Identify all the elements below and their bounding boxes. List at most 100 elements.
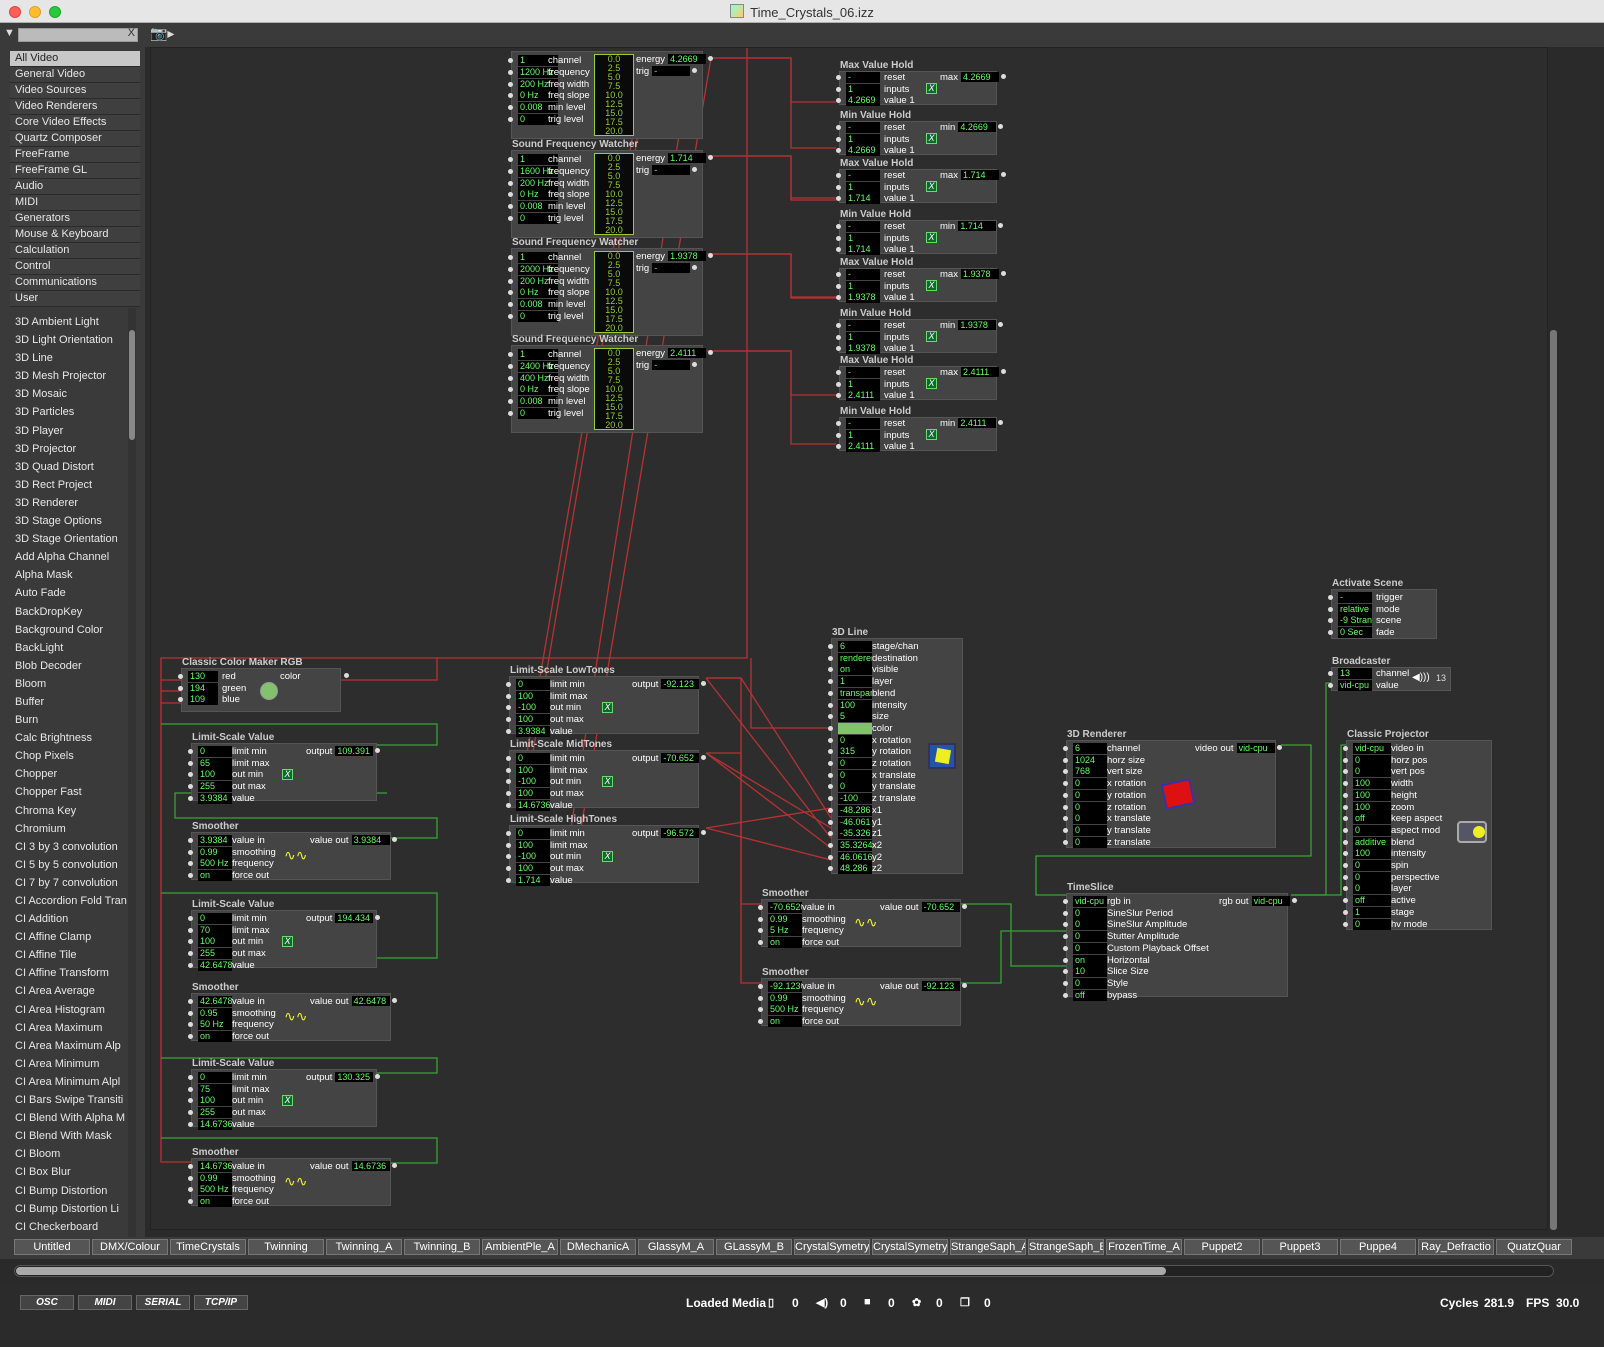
actor-list-item[interactable]: CI Box Blur bbox=[10, 1163, 127, 1181]
output-row[interactable]: output 194.434 bbox=[306, 913, 381, 925]
input-value[interactable]: 109 bbox=[188, 694, 218, 705]
sound-frequency-watcher[interactable]: Sound Frequency Watcher 1 channel 2000 Hz fr… bbox=[508, 237, 714, 336]
input-row[interactable]: 10 Slice Size bbox=[1063, 966, 1167, 978]
actor-list-item[interactable]: 3D Player bbox=[10, 422, 127, 440]
input-row[interactable]: 0.99 smoothing bbox=[758, 992, 862, 1005]
input-port[interactable] bbox=[1063, 910, 1068, 916]
tone-wire[interactable] bbox=[705, 677, 832, 839]
output-port[interactable] bbox=[1291, 898, 1297, 903]
input-port[interactable] bbox=[828, 842, 833, 848]
input-row[interactable]: 1 inputs bbox=[836, 133, 940, 146]
output-port[interactable] bbox=[701, 830, 707, 835]
actor-list-item[interactable]: Blob Decoder bbox=[10, 657, 127, 675]
input-row[interactable]: 0 horz pos bbox=[1343, 754, 1447, 767]
input-row[interactable]: 65 limit max bbox=[188, 757, 292, 770]
input-row[interactable]: 1 inputs bbox=[836, 429, 940, 442]
actor-list-item[interactable]: 3D Mesh Projector bbox=[10, 367, 127, 385]
input-port[interactable] bbox=[506, 866, 511, 872]
actor-list-item[interactable]: Burn bbox=[10, 711, 127, 729]
input-value[interactable]: 100 bbox=[516, 839, 550, 851]
input-port[interactable] bbox=[1343, 898, 1348, 904]
output-port[interactable] bbox=[692, 167, 698, 172]
bypass-x-button[interactable]: X bbox=[602, 776, 613, 787]
input-port[interactable] bbox=[836, 98, 841, 103]
value-hold[interactable]: Min Value Hold - reset 1 inputs 1.9378 value 1… bbox=[836, 308, 1004, 354]
input-port[interactable] bbox=[828, 807, 833, 813]
input-value[interactable]: - bbox=[846, 170, 880, 181]
input-value[interactable]: 100 bbox=[198, 936, 232, 948]
energy-wire[interactable] bbox=[707, 350, 836, 445]
input-row[interactable]: - reset bbox=[836, 269, 940, 281]
scene-tabs-scroll-thumb[interactable] bbox=[16, 1267, 1166, 1275]
input-port[interactable] bbox=[758, 916, 763, 922]
input-row[interactable]: 1 inputs bbox=[836, 378, 940, 391]
input-port[interactable] bbox=[178, 685, 183, 691]
input-port[interactable] bbox=[188, 916, 193, 921]
clear-search-button[interactable]: X bbox=[128, 27, 135, 39]
status-osc-button[interactable]: OSC bbox=[20, 1295, 74, 1310]
input-port[interactable] bbox=[828, 725, 833, 731]
input-row[interactable]: 0 SineSlur Period bbox=[1063, 907, 1173, 920]
output-row[interactable]: energy 4.2669 bbox=[636, 54, 714, 66]
bypass-x-button[interactable]: X bbox=[282, 936, 293, 947]
input-port[interactable] bbox=[508, 93, 513, 99]
input-value[interactable]: 500 Hz bbox=[198, 858, 232, 870]
input-value[interactable]: 1024 bbox=[1073, 754, 1107, 766]
input-port[interactable] bbox=[1063, 992, 1068, 998]
input-value[interactable]: 1 bbox=[846, 331, 880, 343]
actor-list-item[interactable]: 3D Particles bbox=[10, 403, 127, 421]
scene-tab[interactable]: Puppet2 bbox=[1184, 1239, 1260, 1255]
input-row[interactable]: 0 Sec fade bbox=[1328, 627, 1432, 639]
input-port[interactable] bbox=[836, 136, 841, 142]
3d-renderer[interactable]: 3D Renderer 6 channel 1024 horz size 768 vert … bbox=[1063, 729, 1282, 848]
input-port[interactable] bbox=[1063, 945, 1068, 951]
input-row[interactable]: 3.9384 value bbox=[506, 725, 610, 738]
input-row[interactable]: - reset bbox=[836, 72, 940, 84]
output-row[interactable]: value out 14.6736 bbox=[310, 1161, 397, 1173]
broadcaster[interactable]: Broadcaster 13 channel vid-cpu value ◀))) 13 bbox=[1328, 656, 1451, 691]
input-row[interactable]: 255 out max bbox=[188, 781, 292, 793]
input-port[interactable] bbox=[508, 255, 513, 260]
input-port[interactable] bbox=[1343, 769, 1348, 775]
input-port[interactable] bbox=[836, 173, 841, 178]
input-row[interactable]: 0.99 smoothing bbox=[758, 913, 862, 926]
input-port[interactable] bbox=[188, 1010, 193, 1016]
input-port[interactable] bbox=[828, 819, 833, 825]
input-port[interactable] bbox=[1063, 899, 1068, 904]
input-value[interactable]: -9 Stran bbox=[1338, 615, 1372, 627]
energy-wire[interactable] bbox=[707, 57, 836, 103]
input-port[interactable] bbox=[508, 192, 513, 198]
input-value[interactable]: on bbox=[1073, 954, 1107, 966]
input-value[interactable]: 0 bbox=[838, 734, 872, 746]
input-value[interactable]: relative bbox=[1338, 603, 1372, 615]
input-value[interactable]: 768 bbox=[1073, 766, 1107, 778]
input-row[interactable]: -48.286 x1 bbox=[828, 804, 932, 817]
value-hold[interactable]: Max Value Hold - reset 1 inputs 2.4111 value 1… bbox=[836, 355, 1006, 401]
input-row[interactable]: transpar blend bbox=[828, 687, 932, 700]
energy-wire[interactable] bbox=[707, 350, 836, 396]
input-row[interactable]: 0 SineSlur Amplitude bbox=[1063, 919, 1187, 931]
value-hold[interactable]: Min Value Hold - reset 1 inputs 2.4111 value 1… bbox=[836, 406, 1004, 452]
input-port[interactable] bbox=[836, 295, 841, 300]
input-value[interactable]: -35.326 bbox=[838, 828, 872, 840]
actor-list-item[interactable]: CI Area Average bbox=[10, 982, 127, 1000]
actor-list-item[interactable]: CI Area Histogram bbox=[10, 1001, 127, 1019]
input-port[interactable] bbox=[1343, 921, 1348, 927]
output-port[interactable] bbox=[343, 673, 349, 678]
scene-tab[interactable]: DMX/Colour bbox=[92, 1239, 168, 1255]
color-wire[interactable] bbox=[750, 658, 831, 729]
input-value[interactable] bbox=[838, 722, 872, 734]
input-port[interactable] bbox=[828, 796, 833, 802]
input-port[interactable] bbox=[508, 411, 513, 416]
input-row[interactable]: 0 limit min bbox=[506, 828, 610, 840]
input-value[interactable]: 500 Hz bbox=[768, 1004, 802, 1016]
input-value[interactable]: vid-cpu bbox=[1353, 743, 1391, 754]
input-value[interactable]: - bbox=[1338, 592, 1372, 603]
input-port[interactable] bbox=[1343, 863, 1348, 868]
input-value[interactable]: 255 bbox=[198, 781, 232, 793]
input-row[interactable]: 500 Hz frequency bbox=[188, 858, 292, 870]
input-port[interactable] bbox=[508, 204, 513, 210]
input-port[interactable] bbox=[188, 873, 193, 879]
input-value[interactable]: -100 bbox=[516, 702, 550, 714]
input-port[interactable] bbox=[506, 802, 511, 808]
